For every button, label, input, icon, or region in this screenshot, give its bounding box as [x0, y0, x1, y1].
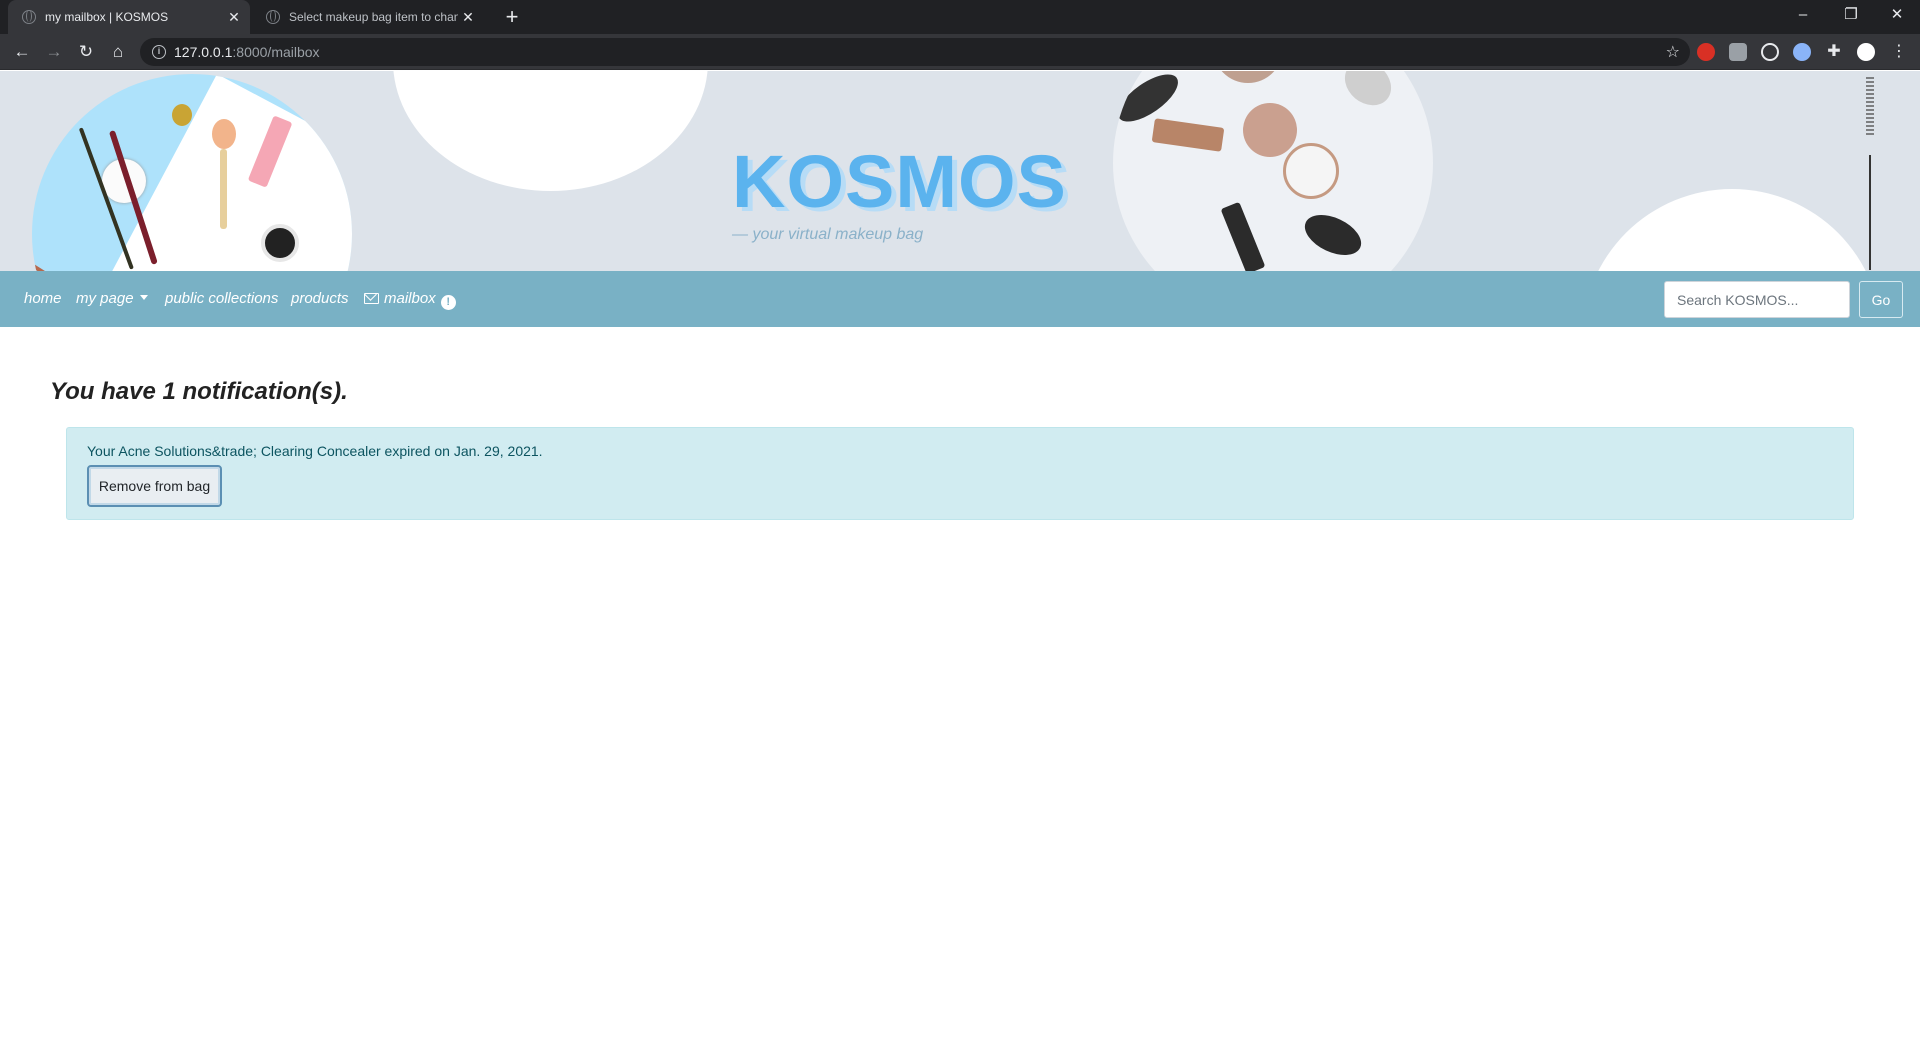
search-go-button[interactable]: Go	[1859, 281, 1903, 318]
browser-tab-strip: my mailbox | KOSMOS ✕ Select makeup bag …	[0, 0, 1920, 34]
extension-gray-icon[interactable]	[1729, 43, 1747, 61]
page-heading: You have 1 notification(s).	[50, 378, 348, 405]
tab-select-makeup-bag-item[interactable]: Select makeup bag item to chan ✕	[252, 0, 484, 34]
menu-kebab-icon[interactable]: ⋮	[1890, 43, 1908, 61]
tab-my-mailbox[interactable]: my mailbox | KOSMOS ✕	[8, 0, 250, 34]
bookmark-star-icon[interactable]: ☆	[1666, 42, 1680, 62]
makeup-flatlay-photo	[1113, 71, 1433, 271]
globe-icon	[266, 10, 280, 24]
site-tagline: — your virtual makeup bag	[732, 226, 924, 243]
url-path: :8000/mailbox	[232, 44, 320, 60]
minimize-icon[interactable]: –	[1780, 0, 1826, 34]
nav-my-page-label: my page	[76, 290, 134, 307]
globe-icon	[22, 10, 36, 24]
nav-home-link[interactable]: home	[24, 290, 62, 307]
tab-title: my mailbox | KOSMOS	[45, 10, 169, 24]
reload-icon[interactable]: ↻	[72, 39, 100, 65]
photo-credit-vertical-text	[1866, 77, 1874, 137]
nav-my-page-dropdown[interactable]: my page	[76, 290, 148, 307]
alert-circle-icon: !	[440, 295, 456, 310]
site-navbar: home my page public collections products…	[0, 271, 1920, 327]
nav-mailbox-label: mailbox	[384, 290, 436, 307]
makeup-brushes-photo	[32, 74, 352, 271]
window-close-icon[interactable]: ✕	[1874, 0, 1920, 34]
search-input[interactable]	[1664, 281, 1850, 318]
home-icon[interactable]: ⌂	[104, 39, 132, 65]
restore-icon[interactable]: ❐	[1828, 0, 1874, 34]
site-banner: KOSMOS — your virtual makeup bag	[0, 71, 1920, 271]
nav-mailbox-link[interactable]: mailbox!	[364, 290, 456, 310]
close-tab-icon[interactable]: ✕	[224, 9, 244, 26]
notification-alert: Your Acne Solutions&trade; Clearing Conc…	[66, 427, 1854, 520]
decorative-vertical-line	[1869, 155, 1871, 270]
extension-chat-icon[interactable]	[1793, 43, 1811, 61]
extension-red-icon[interactable]	[1697, 43, 1715, 61]
extension-react-icon[interactable]	[1761, 43, 1779, 61]
site-info-icon[interactable]: i	[152, 45, 166, 59]
decorative-circle	[393, 71, 708, 191]
nav-public-collections-link[interactable]: public collections	[165, 290, 278, 307]
remove-from-bag-button[interactable]: Remove from bag	[87, 465, 222, 507]
profile-avatar[interactable]	[1857, 43, 1875, 61]
url-host: 127.0.0.1	[174, 44, 233, 60]
notification-message: Your Acne Solutions&trade; Clearing Conc…	[87, 443, 543, 459]
caret-down-icon	[139, 295, 148, 300]
close-tab-icon[interactable]: ✕	[458, 9, 478, 26]
site-logo[interactable]: KOSMOS	[732, 139, 1067, 224]
nav-products-link[interactable]: products	[291, 290, 349, 307]
new-tab-button[interactable]: +	[498, 3, 526, 31]
envelope-icon	[364, 293, 379, 304]
extensions-puzzle-icon[interactable]: ✚	[1825, 43, 1843, 61]
decorative-circle	[1582, 189, 1882, 271]
browser-toolbar: ← → ↻ ⌂ i 127.0.0.1:8000/mailbox ☆	[0, 34, 1920, 70]
address-bar[interactable]: i 127.0.0.1:8000/mailbox ☆	[140, 38, 1690, 66]
tab-title: Select makeup bag item to chan	[289, 10, 458, 24]
back-icon[interactable]: ←	[8, 39, 36, 65]
forward-icon[interactable]: →	[40, 39, 68, 65]
